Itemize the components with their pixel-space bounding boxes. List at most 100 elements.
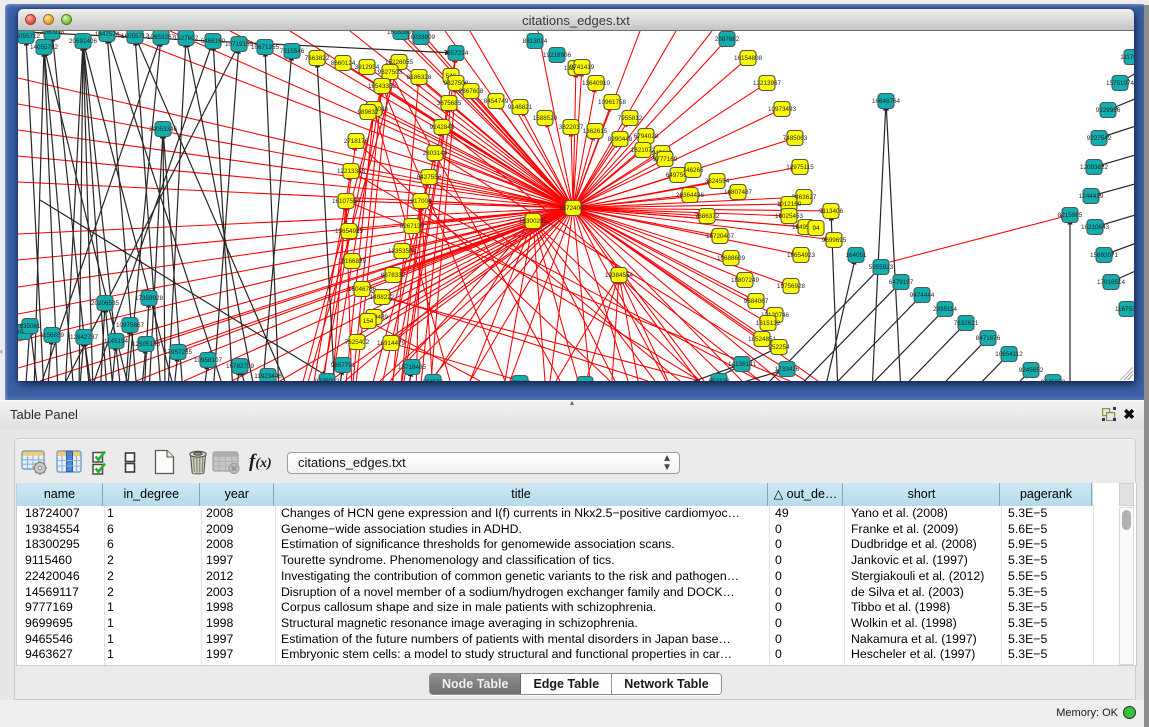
- svg-text:1362615: 1362615: [583, 128, 608, 135]
- svg-text:12505135: 12505135: [132, 341, 161, 348]
- svg-text:16033809: 16033809: [407, 34, 436, 41]
- svg-text:9884067: 9884067: [744, 298, 769, 305]
- svg-text:12213967: 12213967: [753, 80, 782, 87]
- svg-text:6479197: 6479197: [889, 279, 914, 286]
- svg-text:7857224: 7857224: [444, 50, 469, 57]
- svg-text:19654925: 19654925: [335, 228, 364, 235]
- svg-text:12213383: 12213383: [337, 168, 366, 175]
- svg-text:12942737: 12942737: [70, 334, 99, 341]
- svg-text:17016514: 17016514: [1097, 279, 1126, 286]
- svg-text:17359928: 17359928: [135, 295, 164, 302]
- svg-text:3824554: 3824554: [705, 178, 730, 185]
- svg-text:12975115: 12975115: [786, 164, 814, 171]
- svg-text:1145194: 1145194: [104, 338, 129, 345]
- svg-text:16648764: 16648764: [872, 98, 901, 105]
- svg-text:1588520: 1588520: [533, 115, 558, 122]
- svg-text:8990448: 8990448: [608, 136, 633, 143]
- svg-text:16543382: 16543382: [368, 83, 397, 90]
- svg-text:12093822: 12093822: [1080, 164, 1109, 171]
- svg-text:6466160: 6466160: [201, 38, 226, 45]
- svg-text:15720407: 15720407: [706, 233, 735, 240]
- svg-text:10654112: 10654112: [995, 351, 1023, 358]
- svg-text:8813014: 8813014: [523, 38, 548, 45]
- svg-text:1498222: 1498222: [370, 294, 395, 301]
- svg-text:1527602: 1527602: [174, 35, 199, 42]
- svg-text:1615132: 1615132: [756, 320, 781, 327]
- svg-text:2260918: 2260918: [40, 31, 65, 36]
- svg-text:2087682: 2087682: [715, 36, 740, 43]
- svg-text:19384554: 19384554: [605, 272, 634, 279]
- svg-text:19166829: 19166829: [338, 258, 367, 265]
- svg-text:164051: 164051: [845, 252, 867, 259]
- svg-text:10719155: 10719155: [225, 41, 254, 48]
- svg-text:924506: 924506: [422, 379, 444, 381]
- svg-text:15692071: 15692071: [1090, 252, 1119, 259]
- svg-text:1167533: 1167533: [1115, 306, 1134, 313]
- svg-text:9741419: 9741419: [570, 64, 595, 71]
- svg-text:835061: 835061: [19, 323, 41, 330]
- svg-text:9699695: 9699695: [822, 237, 847, 244]
- svg-text:10671355: 10671355: [251, 44, 280, 51]
- svg-text:7663822: 7663822: [305, 55, 330, 62]
- svg-text:16782759: 16782759: [226, 363, 255, 370]
- svg-text:16055712: 16055712: [121, 33, 150, 40]
- svg-text:7625402: 7625402: [345, 339, 370, 346]
- svg-text:10025453: 10025453: [775, 213, 804, 220]
- svg-text:16210643: 16210643: [1081, 224, 1110, 231]
- svg-text:989632: 989632: [357, 109, 379, 116]
- svg-text:1847574: 1847574: [95, 31, 120, 38]
- svg-text:746266: 746266: [682, 167, 704, 174]
- svg-text:8471676: 8471676: [976, 335, 1001, 342]
- svg-text:7632621: 7632621: [954, 320, 979, 327]
- svg-text:7485063: 7485063: [783, 135, 808, 142]
- svg-text:252254: 252254: [768, 344, 790, 351]
- svg-text:14136141: 14136141: [728, 361, 757, 368]
- svg-text:11923446: 11923446: [254, 373, 282, 380]
- svg-text:9146821: 9146821: [508, 104, 533, 111]
- svg-text:16154808: 16154808: [734, 55, 763, 62]
- svg-text:15716485: 15716485: [398, 364, 427, 371]
- svg-text:10973493: 10973493: [768, 106, 797, 113]
- svg-text:9129966: 9129966: [1096, 107, 1121, 114]
- svg-text:13640910: 13640910: [582, 80, 611, 87]
- svg-text:7886372: 7886372: [695, 213, 720, 220]
- svg-text:173422: 173422: [509, 380, 531, 381]
- svg-text:20364436: 20364436: [676, 192, 705, 199]
- svg-text:9242848: 9242848: [430, 124, 455, 131]
- svg-text:17957255: 17957255: [164, 349, 193, 356]
- svg-text:14055712: 14055712: [30, 44, 59, 51]
- svg-text:3822037: 3822037: [559, 124, 584, 131]
- svg-text:154: 154: [363, 318, 374, 325]
- svg-text:9227542: 9227542: [1087, 135, 1112, 142]
- svg-text:16046766: 16046766: [348, 286, 377, 293]
- svg-text:2803144: 2803144: [423, 150, 448, 157]
- svg-text:8427552: 8427552: [417, 174, 442, 181]
- svg-text:2867608: 2867608: [459, 88, 484, 95]
- svg-text:8186328: 8186328: [407, 74, 432, 81]
- svg-text:2718176: 2718176: [344, 138, 369, 145]
- svg-text:10653267: 10653267: [147, 34, 176, 41]
- svg-text:7955812: 7955812: [618, 115, 643, 122]
- svg-text:1012160: 1012160: [777, 201, 802, 208]
- svg-text:10961758: 10961758: [598, 99, 627, 106]
- svg-text:8215985: 8215985: [1058, 212, 1083, 219]
- svg-text:16107554: 16107554: [332, 198, 361, 205]
- svg-text:8454749: 8454749: [484, 98, 509, 105]
- svg-text:953120: 953120: [708, 378, 730, 381]
- svg-text:5955923: 5955923: [869, 264, 894, 271]
- svg-text:19756928: 19756928: [777, 283, 806, 290]
- svg-text:10975867: 10975867: [116, 322, 145, 329]
- svg-text:1244419: 1244419: [1079, 193, 1104, 200]
- svg-text:20691406: 20691406: [69, 38, 98, 45]
- svg-text:8267130: 8267130: [400, 223, 425, 230]
- svg-text:18300295: 18300295: [519, 218, 548, 225]
- svg-text:9657791: 9657791: [331, 362, 356, 369]
- svg-text:10807487: 10807487: [724, 189, 753, 196]
- svg-text:10958107: 10958107: [194, 357, 223, 364]
- svg-text:94: 94: [812, 225, 820, 232]
- svg-text:18807249: 18807249: [731, 277, 760, 284]
- svg-text:9474444: 9474444: [910, 292, 935, 299]
- svg-text:3875685: 3875685: [437, 100, 462, 107]
- svg-text:10688609: 10688609: [717, 255, 746, 262]
- svg-text:9113406: 9113406: [819, 208, 844, 215]
